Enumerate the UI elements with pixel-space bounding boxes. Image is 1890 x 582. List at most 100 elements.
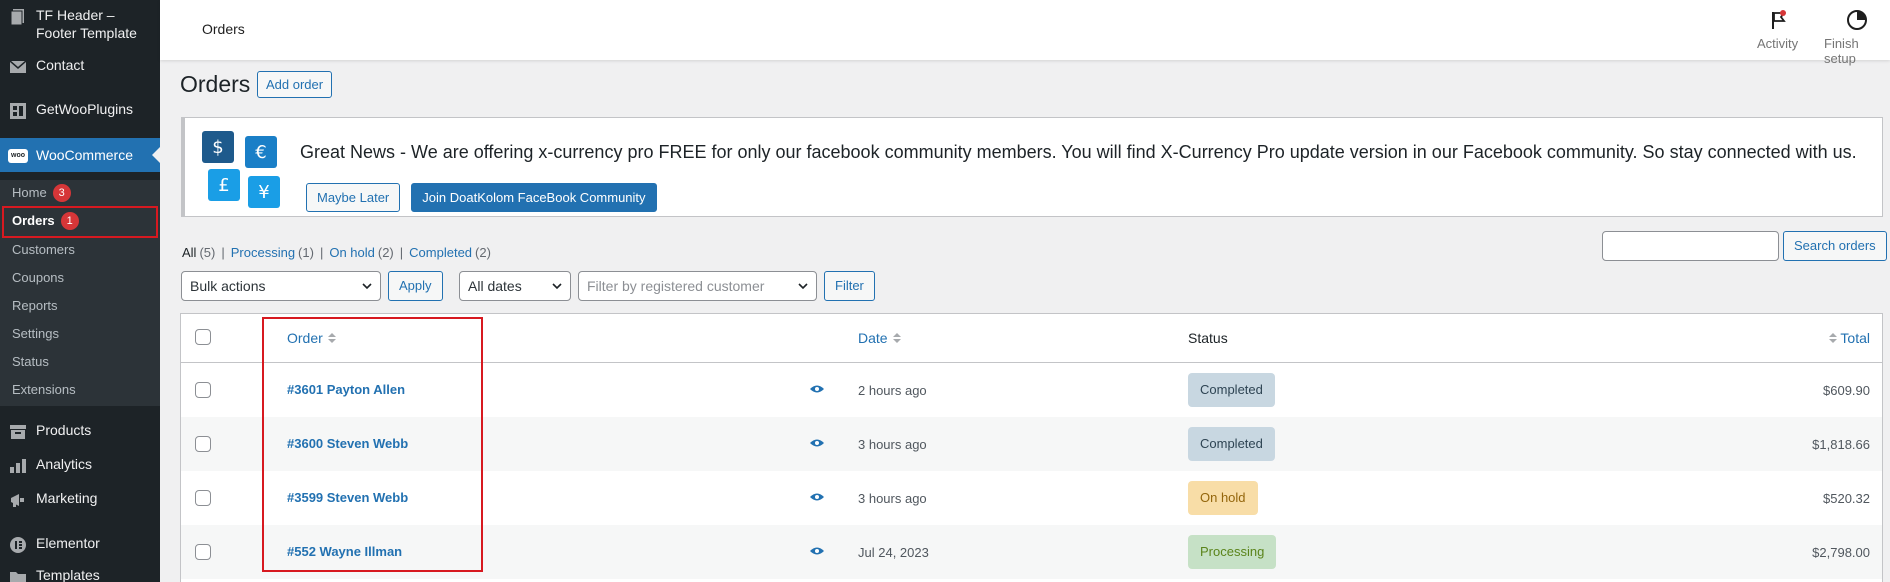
join-community-button[interactable]: Join DoatKolom FaceBook Community xyxy=(411,182,657,212)
maybe-later-button[interactable]: Maybe Later xyxy=(306,182,401,212)
select-all-checkbox[interactable] xyxy=(195,329,211,345)
admin-sidebar: TF Header – Footer Template Contact GetW… xyxy=(0,0,160,582)
sidebar-item-elementor[interactable]: Elementor xyxy=(0,534,160,554)
search-orders-input[interactable] xyxy=(1602,231,1779,261)
status-badge: Processing xyxy=(1188,535,1277,569)
finish-setup-button[interactable]: Finish setup xyxy=(1824,8,1890,66)
order-link[interactable]: #552 Wayne Illman xyxy=(287,544,402,559)
search-orders-button[interactable]: Search orders xyxy=(1783,231,1887,261)
column-label: Date xyxy=(858,330,888,346)
submenu-item-label: Status xyxy=(12,354,49,369)
filter-count: (5) xyxy=(199,245,216,260)
submenu-item-label: Coupons xyxy=(12,270,65,285)
folder-icon xyxy=(8,567,28,582)
page-icon xyxy=(8,7,28,27)
filter-on-hold[interactable]: On hold (2) xyxy=(329,245,393,260)
sidebar-item-tf-header-footer[interactable]: TF Header – Footer Template xyxy=(0,6,160,42)
add-order-button[interactable]: Add order xyxy=(257,71,333,98)
mail-icon xyxy=(8,57,28,77)
row-checkbox[interactable] xyxy=(195,382,211,398)
order-total: $609.90 xyxy=(1823,383,1870,398)
header-title: Orders xyxy=(202,21,245,37)
column-total[interactable]: Total xyxy=(1829,330,1870,346)
customer-filter-select[interactable]: Filter by registered customer xyxy=(578,271,817,301)
separator: | xyxy=(221,245,225,260)
order-link[interactable]: #3601 Payton Allen xyxy=(287,382,405,397)
chevron-down-icon xyxy=(552,283,562,290)
promo-notice: $ € £ ¥ Great News - We are offering x-c… xyxy=(181,117,1883,217)
separator: | xyxy=(319,245,324,260)
submenu-item-label: Extensions xyxy=(12,382,76,397)
filter-processing[interactable]: Processing (1) xyxy=(231,245,314,260)
submenu-item-extensions[interactable]: Extensions xyxy=(12,381,76,399)
yen-icon: ¥ xyxy=(248,176,280,208)
woo-logo-icon: woo xyxy=(8,146,28,166)
filter-count: (2) xyxy=(475,245,491,260)
preview-eye-icon[interactable] xyxy=(810,492,824,502)
filter-label: Processing xyxy=(230,245,296,260)
filter-count: (1) xyxy=(298,245,314,260)
row-checkbox[interactable] xyxy=(195,490,211,506)
bulk-actions-select[interactable]: Bulk actions xyxy=(181,271,381,301)
filter-all[interactable]: All (5) xyxy=(182,245,215,260)
table-row[interactable]: #552 Wayne Illman Jul 24, 2023 Processin… xyxy=(181,525,1882,579)
activity-label: Activity xyxy=(1757,36,1799,51)
apply-button[interactable]: Apply xyxy=(388,271,443,301)
sidebar-item-templates[interactable]: Templates xyxy=(0,566,160,582)
chevron-down-icon xyxy=(362,283,372,290)
preview-eye-icon[interactable] xyxy=(810,438,824,448)
sidebar-item-products[interactable]: Products xyxy=(0,421,160,441)
table-row[interactable]: #3599 Steven Webb 3 hours ago On hold $5… xyxy=(181,471,1882,525)
select-value: Bulk actions xyxy=(190,278,266,294)
sidebar-item-label: Marketing xyxy=(36,490,98,506)
woocommerce-submenu: Home 3 Orders 1 Customers Coupons Report… xyxy=(0,180,160,406)
status-badge: Completed xyxy=(1188,427,1275,461)
submenu-item-label: Orders xyxy=(12,213,55,228)
row-checkbox[interactable] xyxy=(195,436,211,452)
chevron-down-icon xyxy=(798,283,808,290)
date-filter-select[interactable]: All dates xyxy=(459,271,571,301)
separator: | xyxy=(399,245,404,260)
sidebar-item-label: TF Header – Footer Template xyxy=(36,7,137,41)
order-total: $2,798.00 xyxy=(1812,545,1870,560)
finish-setup-label: Finish setup xyxy=(1824,36,1859,66)
order-date: 3 hours ago xyxy=(858,437,927,452)
sort-icon xyxy=(892,333,901,343)
order-link[interactable]: #3599 Steven Webb xyxy=(287,490,408,505)
filter-label: On hold xyxy=(329,245,375,260)
submenu-item-home[interactable]: Home 3 xyxy=(12,184,71,202)
column-date[interactable]: Date xyxy=(858,330,901,346)
notice-message: Great News - We are offering x-currency … xyxy=(300,142,1857,162)
preview-eye-icon[interactable] xyxy=(810,546,824,556)
preview-eye-icon[interactable] xyxy=(810,384,824,394)
submenu-item-customers[interactable]: Customers xyxy=(12,241,75,259)
filter-label: All xyxy=(182,245,197,260)
submenu-item-settings[interactable]: Settings xyxy=(12,325,59,343)
activity-button[interactable]: Activity xyxy=(1757,8,1798,51)
sidebar-item-getwooplugins[interactable]: GetWooPlugins xyxy=(0,100,160,120)
filter-completed[interactable]: Completed (2) xyxy=(409,245,491,260)
sidebar-item-woocommerce[interactable]: woo WooCommerce xyxy=(0,138,160,172)
sort-icon xyxy=(327,333,336,343)
sort-icon xyxy=(1829,333,1838,343)
column-order[interactable]: Order xyxy=(287,330,336,346)
submenu-item-label: Reports xyxy=(12,298,58,313)
submenu-item-status[interactable]: Status xyxy=(12,353,49,371)
table-row[interactable]: #3600 Steven Webb 3 hours ago Completed … xyxy=(181,417,1882,471)
submenu-item-orders[interactable]: Orders 1 xyxy=(12,212,79,230)
table-row[interactable]: #3601 Payton Allen 2 hours ago Completed… xyxy=(181,363,1882,417)
filter-button[interactable]: Filter xyxy=(824,271,875,301)
row-checkbox[interactable] xyxy=(195,544,211,560)
submenu-item-reports[interactable]: Reports xyxy=(12,297,58,315)
sidebar-item-analytics[interactable]: Analytics xyxy=(0,455,160,475)
order-link[interactable]: #3600 Steven Webb xyxy=(287,436,408,451)
woocommerce-header: Orders Activity Finish setup xyxy=(160,0,1890,66)
sidebar-item-marketing[interactable]: Marketing xyxy=(0,489,160,509)
progress-ring-icon xyxy=(1845,8,1869,32)
archive-icon xyxy=(8,422,28,442)
active-menu-arrow xyxy=(152,147,160,163)
sidebar-item-label: WooCommerce xyxy=(36,147,133,163)
sidebar-item-contact[interactable]: Contact xyxy=(0,56,160,76)
dollar-icon: $ xyxy=(202,131,234,163)
submenu-item-coupons[interactable]: Coupons xyxy=(12,269,64,287)
